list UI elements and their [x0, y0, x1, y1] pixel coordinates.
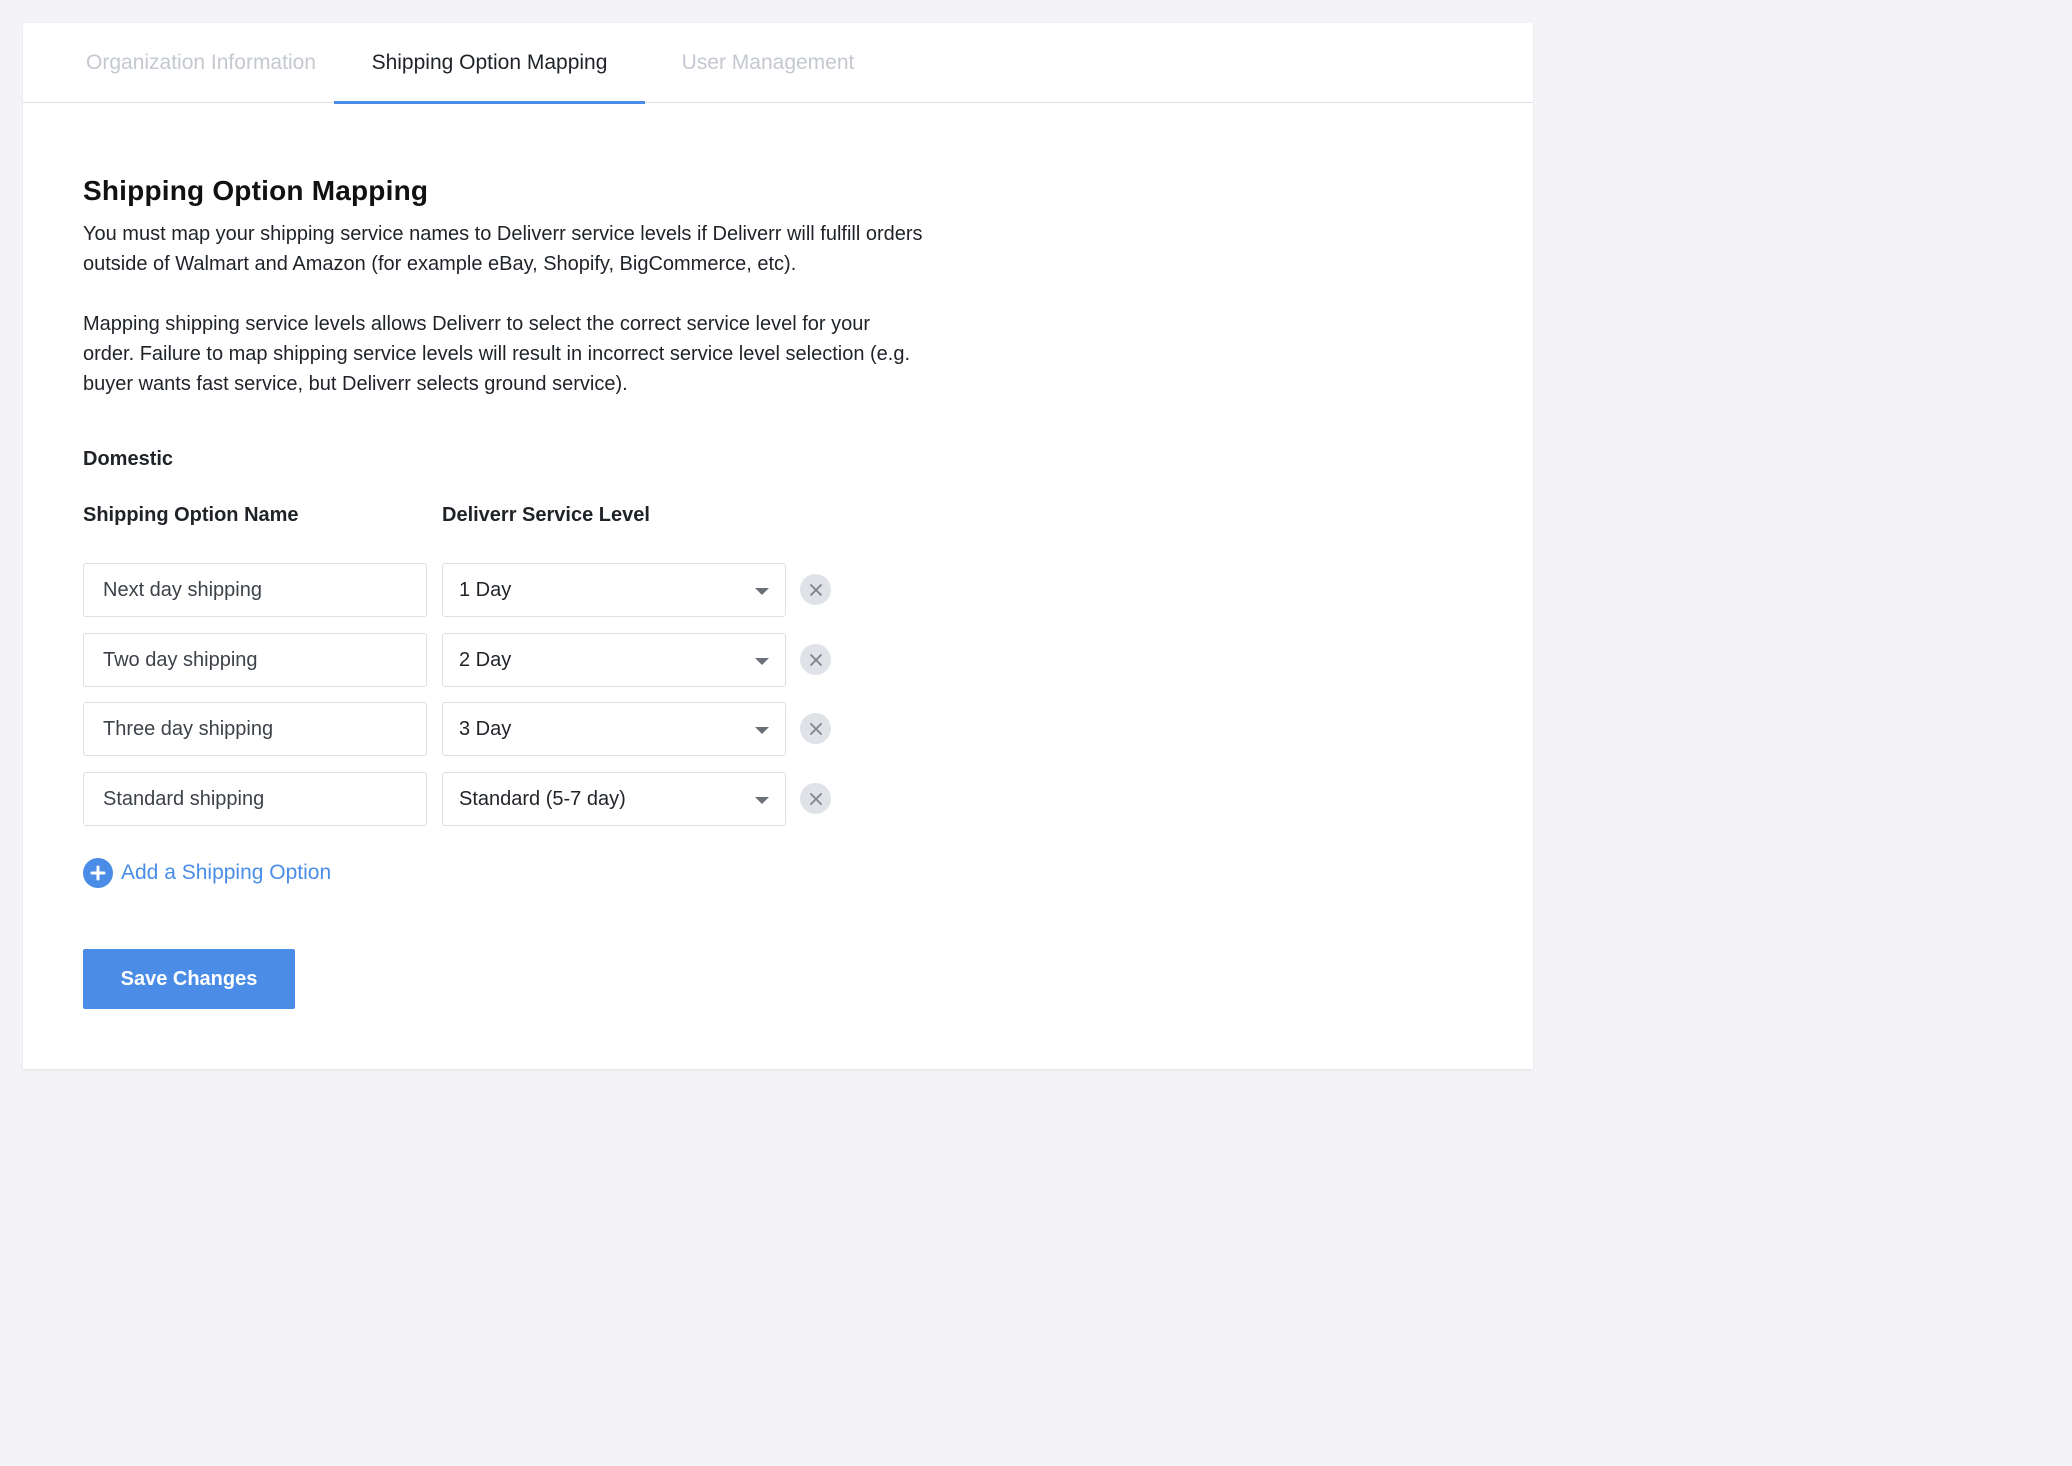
service-level-select[interactable]: Standard (5-7 day) — [442, 772, 786, 826]
save-changes-button[interactable]: Save Changes — [83, 949, 295, 1009]
remove-row-button[interactable] — [800, 574, 831, 605]
mapping-row: Standard shipping Standard (5-7 day) — [83, 772, 843, 826]
service-level-value: 3 Day — [459, 717, 512, 740]
mapping-row: Three day shipping 3 Day — [83, 702, 843, 756]
remove-row-button[interactable] — [800, 713, 831, 744]
shipping-option-name-input[interactable]: Three day shipping — [83, 702, 427, 756]
add-shipping-option-label: Add a Shipping Option — [121, 861, 332, 884]
plus-circle-icon — [83, 858, 113, 888]
intro-paragraph-2: Mapping shipping service levels allows D… — [83, 313, 911, 395]
column-header-service-level: Deliverr Service Level — [442, 504, 650, 526]
mapping-row: Two day shipping 2 Day — [83, 633, 843, 687]
chevron-down-icon — [755, 588, 769, 595]
service-level-select[interactable]: 1 Day — [442, 563, 786, 617]
service-level-value: 1 Day — [459, 578, 512, 601]
tab-shipping-option-mapping[interactable]: Shipping Option Mapping — [334, 23, 645, 104]
chevron-down-icon — [755, 727, 769, 734]
column-header-shipping-option-name: Shipping Option Name — [83, 504, 299, 526]
add-shipping-option-link[interactable]: Add a Shipping Option — [83, 858, 331, 888]
shipping-option-name-input[interactable]: Standard shipping — [83, 772, 427, 826]
service-level-select[interactable]: 3 Day — [442, 702, 786, 756]
shipping-option-name-input[interactable]: Two day shipping — [83, 633, 427, 687]
close-icon — [809, 722, 822, 735]
intro-section: Shipping Option Mapping You must map you… — [83, 173, 923, 399]
remove-row-button[interactable] — [800, 783, 831, 814]
close-icon — [809, 653, 822, 666]
settings-card: Organization Information Shipping Option… — [23, 23, 1533, 1069]
tab-bar: Organization Information Shipping Option… — [23, 23, 1533, 104]
chevron-down-icon — [755, 797, 769, 804]
section-label-domestic: Domestic — [83, 448, 174, 470]
service-level-select[interactable]: 2 Day — [442, 633, 786, 687]
tab-user-management[interactable]: User Management — [645, 23, 891, 103]
intro-paragraph-1: You must map your shipping service names… — [83, 223, 923, 275]
close-icon — [809, 583, 822, 596]
shipping-option-name-input[interactable]: Next day shipping — [83, 563, 427, 617]
remove-row-button[interactable] — [800, 644, 831, 675]
mapping-row: Next day shipping 1 Day — [83, 563, 843, 617]
tab-organization-information[interactable]: Organization Information — [45, 23, 357, 103]
close-icon — [809, 792, 822, 805]
service-level-value: Standard (5-7 day) — [459, 787, 626, 810]
service-level-value: 2 Day — [459, 648, 512, 671]
page-title: Shipping Option Mapping — [83, 175, 429, 206]
chevron-down-icon — [755, 658, 769, 665]
